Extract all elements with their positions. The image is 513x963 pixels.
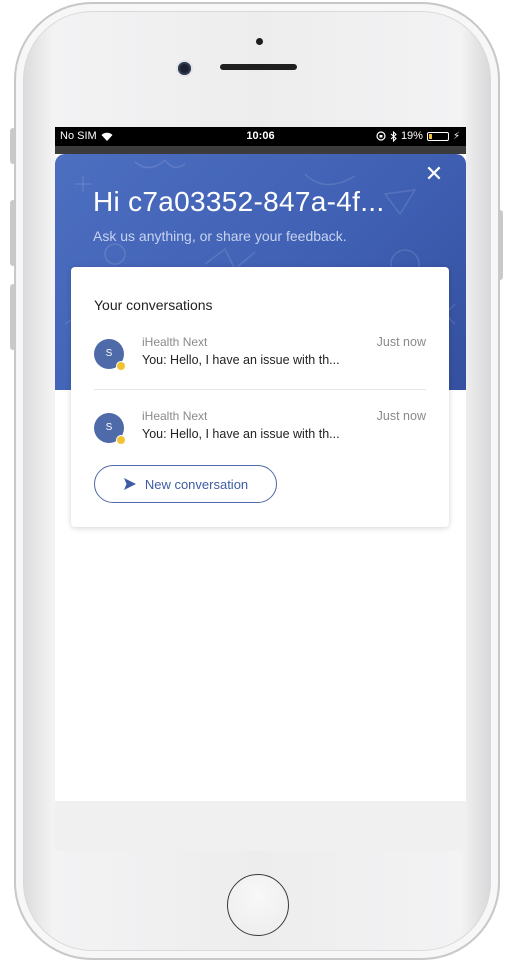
earpiece-speaker	[220, 64, 297, 70]
conversation-time: Just now	[376, 409, 426, 423]
battery-level-fill	[428, 133, 432, 139]
divider	[94, 389, 426, 390]
greeting-title: Hi c7a03352-847a-4f...	[93, 186, 385, 217]
orientation-lock-icon	[376, 131, 386, 141]
phone-screen: No SIM 10:06 19% ⚡ ✕ Hi c7a03352-847a-4f…	[55, 127, 466, 851]
new-conversation-button[interactable]: New conversation	[94, 465, 277, 503]
home-button[interactable]	[227, 874, 289, 936]
send-icon	[123, 478, 136, 490]
conversation-sender: iHealth Next	[142, 409, 208, 423]
screen-bottom-area	[55, 801, 466, 851]
conversation-item[interactable]: S iHealth Next Just now You: Hello, I ha…	[71, 331, 449, 393]
conversation-sender: iHealth Next	[142, 335, 208, 349]
status-right: 19% ⚡	[376, 130, 460, 142]
presence-status-icon	[116, 361, 126, 371]
greeting-subtitle: Ask us anything, or share your feedback.	[93, 228, 347, 244]
conversation-preview: You: Hello, I have an issue with th...	[142, 427, 340, 441]
battery-icon	[426, 131, 449, 141]
bluetooth-icon	[390, 130, 397, 142]
battery-percent: 19%	[400, 130, 423, 142]
conversation-item[interactable]: S iHealth Next Just now You: Hello, I ha…	[71, 405, 449, 467]
status-bar: No SIM 10:06 19% ⚡	[55, 127, 466, 146]
front-camera-icon	[178, 62, 191, 75]
charging-icon: ⚡	[452, 130, 460, 142]
proximity-sensor	[256, 38, 263, 45]
close-button[interactable]: ✕	[422, 162, 446, 186]
conversation-preview: You: Hello, I have an issue with th...	[142, 353, 340, 367]
conversations-heading: Your conversations	[94, 297, 213, 313]
presence-status-icon	[116, 435, 126, 445]
conversation-time: Just now	[376, 335, 426, 349]
sheet-backdrop	[55, 146, 466, 154]
new-conversation-label: New conversation	[144, 476, 249, 492]
conversations-card: Your conversations S iHealth Next Just n…	[71, 267, 449, 527]
phone-mockup: No SIM 10:06 19% ⚡ ✕ Hi c7a03352-847a-4f…	[0, 0, 513, 963]
